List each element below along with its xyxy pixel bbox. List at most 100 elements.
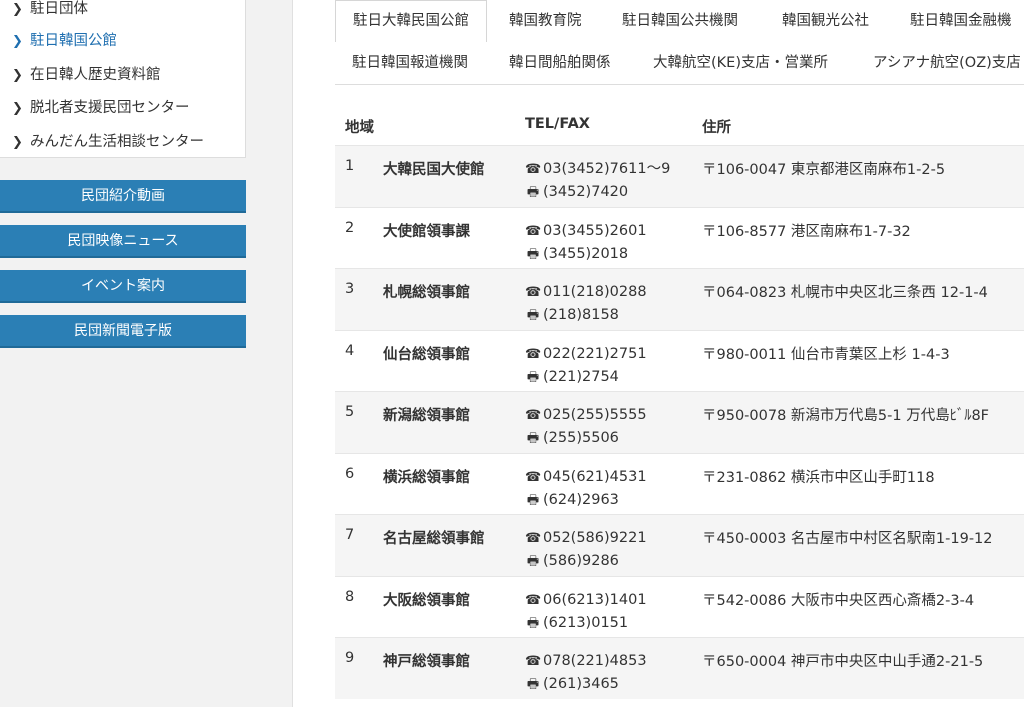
contact-numbers: ☎ 045(621)4531 🖶 (624)2963 [525, 466, 647, 512]
tab-tourism[interactable]: 韓国観光公社 [765, 0, 886, 42]
contact-numbers: ☎ 022(221)2751 🖶 (221)2754 [525, 343, 647, 389]
sidebar-item-defector-support[interactable]: ❯ 脱北者支援民団センター [12, 96, 190, 120]
tab-finance[interactable]: 駐日韓国金融機 [893, 0, 1024, 42]
consulate-name: 神戸総領事館 [383, 654, 470, 670]
tel-number: 052(586)9221 [543, 530, 647, 546]
fax-icon: 🖶 [526, 185, 540, 200]
sidebar-item-history-museum[interactable]: ❯ 在日韓人歴史資料館 [12, 63, 161, 87]
sidebar-item-label: 脱北者支援民団センター [30, 100, 190, 116]
main-content: 駐日大韓民国公館 韓国教育院 駐日韓国公共機関 韓国観光公社 駐日韓国金融機 駐… [292, 0, 1024, 707]
fax-icon: 🖶 [526, 554, 540, 569]
fax-icon: 🖶 [526, 246, 540, 262]
tel-number: 03(3455)2601 [543, 222, 647, 239]
row-number: 9 [345, 650, 355, 666]
table-header: 地域 TEL/FAX 住所 [335, 103, 1024, 145]
row-number: 4 [345, 342, 355, 359]
row-number: 6 [345, 465, 355, 482]
fax-icon: 🖶 [526, 615, 540, 631]
tel-number: 06(6213)1401 [543, 591, 647, 608]
fax-number: (255)5506 [543, 430, 619, 446]
fax-number: (221)2754 [543, 368, 619, 385]
tab-press[interactable]: 駐日韓国報道機関 [335, 42, 485, 84]
contact-numbers: ☎ 011(218)0288 🖶 (218)8158 [525, 281, 647, 327]
table-row: 8 大阪総領事館 ☎ 06(6213)1401 🖶 (6213)0151 〒542-0086… [335, 575, 1024, 638]
consulate-name: 大使館領事課 [383, 223, 470, 240]
events-button[interactable]: イベント案内 [0, 270, 246, 303]
contact-numbers: ☎ 03(3455)2601 🖶 (3455)2018 [525, 220, 647, 266]
fax-icon: 🖶 [526, 677, 540, 692]
header-telfax: TEL/FAX [525, 116, 590, 132]
row-number: 1 [345, 158, 355, 174]
table-row: 4 仙台総領事館 ☎ 022(221)2751 🖶 (221)2754 〒980-0011 … [335, 329, 1024, 392]
contact-numbers: ☎ 06(6213)1401 🖶 (6213)0151 [525, 589, 647, 635]
address: 〒542-0086 大阪市中央区西心斎橋2-3-4 [702, 592, 975, 609]
table-row: 2 大使館領事課 ☎ 03(3455)2601 🖶 (3455)2018 〒106-8577… [335, 206, 1024, 269]
tel-number: 03(3452)7611～9 [543, 161, 671, 177]
tab-embassy[interactable]: 駐日大韓民国公館 [335, 0, 487, 42]
header-address: 住所 [702, 120, 731, 136]
sidebar-item-organizations[interactable]: ❯ 駐日団体 [12, 0, 88, 21]
tab-korean-air[interactable]: 大韓航空(KE)支店・営業所 [636, 42, 845, 84]
contact-numbers: ☎ 025(255)5555 🖶 (255)5506 [525, 404, 647, 450]
sidebar-item-label: 在日韓人歴史資料館 [30, 67, 161, 83]
tel-number: 011(218)0288 [543, 284, 647, 300]
fax-number: (6213)0151 [543, 614, 629, 631]
sidebar: ❯ 駐日団体 ❯ 駐日韓国公館 ❯ 在日韓人歴史資料館 ❯ 脱北者支援民団センター ❯ み… [0, 0, 246, 707]
fax-number: (3452)7420 [543, 184, 629, 200]
contact-numbers: ☎ 078(221)4853 🖶 (261)3465 [525, 650, 647, 696]
address: 〒450-0003 名古屋市中村区名駅南1-19-12 [702, 531, 993, 547]
consulate-name: 札幌総領事館 [383, 285, 470, 301]
fax-number: (261)3465 [543, 676, 619, 692]
fax-number: (586)9286 [543, 553, 619, 569]
consulate-name: 横浜総領事館 [383, 469, 470, 486]
tab-public-agencies[interactable]: 駐日韓国公共機関 [605, 0, 755, 42]
contact-numbers: ☎ 052(586)9221 🖶 (586)9286 [525, 527, 647, 573]
consulate-name: 名古屋総領事館 [383, 531, 485, 547]
address: 〒106-8577 港区南麻布1-7-32 [702, 223, 911, 240]
fax-number: (624)2963 [543, 491, 619, 508]
header-region: 地域 [345, 120, 374, 136]
table-row: 3 札幌総領事館 ☎ 011(218)0288 🖶 (218)8158 〒064-0823 … [335, 268, 1024, 330]
row-number: 8 [345, 588, 355, 605]
table-body: 1 大韓民国大使館 ☎ 03(3452)7611～9 🖶 (3452)7420 〒106-0… [335, 145, 1024, 699]
row-number: 3 [345, 281, 355, 297]
fax-number: (218)8158 [543, 307, 619, 323]
fax-icon: 🖶 [526, 431, 540, 446]
phone-icon: ☎ [525, 408, 542, 423]
table-row: 9 神戸総領事館 ☎ 078(221)4853 🖶 (261)3465 〒650-0004 … [335, 637, 1024, 699]
address: 〒106-0047 東京都港区南麻布1-2-5 [702, 162, 946, 178]
fax-icon: 🖶 [526, 492, 540, 508]
consulate-name: 大阪総領事館 [383, 592, 470, 609]
row-number: 2 [345, 219, 355, 236]
address: 〒980-0011 仙台市青葉区上杉 1-4-3 [702, 346, 950, 363]
chevron-right-icon: ❯ [12, 135, 23, 150]
phone-icon: ☎ [525, 592, 542, 608]
consulate-name: 新潟総領事館 [383, 408, 470, 424]
consulate-table: 地域 TEL/FAX 住所 1 大韓民国大使館 ☎ 03(3452)7611～9 🖶 (3… [335, 103, 1024, 699]
table-row: 1 大韓民国大使館 ☎ 03(3452)7611～9 🖶 (3452)7420 〒106-0… [335, 145, 1024, 207]
video-news-button[interactable]: 民団映像ニュース [0, 225, 246, 258]
tab-asiana[interactable]: アシアナ航空(OZ)支店 [856, 42, 1024, 84]
table-row: 6 横浜総領事館 ☎ 045(621)4531 🖶 (624)2963 〒231-0862 … [335, 452, 1024, 515]
tab-divider [335, 84, 1024, 85]
tab-education[interactable]: 韓国教育院 [492, 0, 599, 42]
sidebar-item-label: 駐日団体 [30, 1, 88, 17]
sidebar-item-label: みんだん生活相談センター [30, 134, 204, 150]
tel-number: 022(221)2751 [543, 345, 647, 362]
sidebar-item-consulates[interactable]: ❯ 駐日韓国公館 [12, 29, 117, 53]
e-newspaper-button[interactable]: 民団新聞電子版 [0, 315, 246, 348]
chevron-right-icon: ❯ [12, 2, 23, 17]
phone-icon: ☎ [525, 285, 542, 300]
consulate-name: 大韓民国大使館 [383, 162, 485, 178]
tab-shipping[interactable]: 韓日間船舶関係 [492, 42, 628, 84]
intro-video-button[interactable]: 民団紹介動画 [0, 180, 246, 213]
phone-icon: ☎ [525, 654, 542, 669]
fax-icon: 🖶 [526, 369, 540, 385]
sub-menu: ❯ 駐日団体 ❯ 駐日韓国公館 ❯ 在日韓人歴史資料館 ❯ 脱北者支援民団センター ❯ み… [0, 0, 246, 158]
tel-number: 025(255)5555 [543, 407, 647, 423]
consulate-name: 仙台総領事館 [383, 346, 470, 363]
chevron-right-icon: ❯ [12, 68, 23, 83]
sidebar-item-life-consult[interactable]: ❯ みんだん生活相談センター [12, 130, 204, 154]
sidebar-item-label: 駐日韓国公館 [30, 33, 117, 49]
sidebar-buttons: 民団紹介動画 民団映像ニュース イベント案内 民団新聞電子版 [0, 180, 246, 360]
